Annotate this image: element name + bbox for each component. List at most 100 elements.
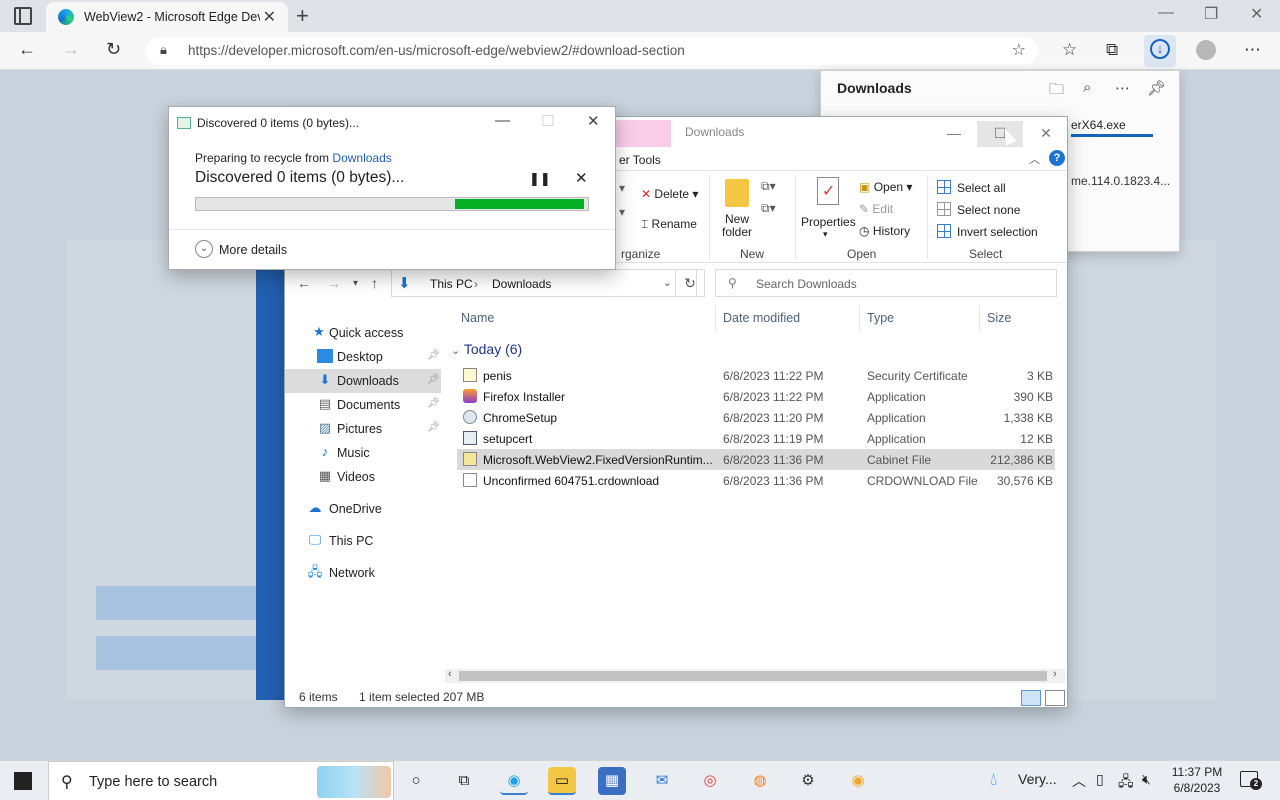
invert-selection-button[interactable]: Invert selection [937, 224, 1038, 239]
lock-icon[interactable]: 🔒︎ [160, 42, 167, 58]
properties-label[interactable]: Properties [801, 215, 856, 229]
select-all-button[interactable]: Select all [937, 180, 1006, 195]
column-name[interactable]: Name [461, 311, 494, 325]
edge-taskbar-icon[interactable]: ◉ [500, 767, 528, 795]
open-button[interactable]: ▣ Open ▾ [859, 180, 912, 194]
firefox-taskbar-icon[interactable]: ◍ [746, 767, 774, 795]
new-folder-button[interactable] [725, 179, 749, 210]
notifications-icon[interactable]: 2 [1240, 771, 1262, 790]
forward-icon[interactable]: → [62, 39, 80, 60]
nav-quick-access[interactable]: ★ Quick access [285, 321, 441, 345]
organize-dropdown-icon[interactable]: ▾ [619, 181, 625, 195]
address-bar[interactable]: 🔒︎ https://developer.microsoft.com/en-us… [146, 37, 1038, 65]
breadcrumb[interactable]: ⬇ This PC › Downloads ⌄ [391, 269, 697, 297]
breadcrumb-this-pc[interactable]: This PC [430, 277, 473, 291]
window-minimize-button[interactable]: — [1158, 4, 1174, 22]
weather-text[interactable]: Very... [1018, 771, 1057, 787]
nav-downloads[interactable]: ⬇ Downloads 📌︎ [285, 369, 441, 393]
chrome-icon[interactable]: ◎ [696, 767, 724, 795]
nav-desktop[interactable]: Desktop 📌︎ [285, 345, 441, 369]
add-favorite-icon[interactable]: ☆ [1012, 40, 1026, 60]
table-row[interactable]: setupcert 6/8/2023 11:19 PM Application … [457, 428, 1055, 449]
properties-dropdown-icon[interactable]: ▾ [823, 229, 828, 240]
nav-videos[interactable]: ▦ Videos [285, 465, 441, 489]
chevron-down-icon[interactable]: ⌄ [195, 240, 213, 258]
more-details-button[interactable]: More details [219, 243, 287, 257]
show-hidden-icons[interactable]: ︿ [1072, 771, 1086, 791]
nav-pictures[interactable]: ▨ Pictures 📌︎ [285, 417, 441, 441]
edge-canary-icon[interactable]: ◉ [844, 767, 872, 795]
more-icon[interactable]: ⋯ [1115, 79, 1130, 97]
column-size[interactable]: Size [987, 311, 1011, 325]
tab-application-tools[interactable]: er Tools [619, 153, 661, 167]
explorer-close-button[interactable]: ✕ [1023, 121, 1069, 147]
browser-tab[interactable]: WebView2 - Microsoft Edge Dev ✕ [46, 2, 288, 32]
volume-muted-icon[interactable]: 🔇︎ [1142, 771, 1151, 788]
taskbar-search-input[interactable]: Type here to search [89, 774, 217, 790]
help-icon[interactable]: ? [1049, 150, 1065, 166]
horizontal-scrollbar[interactable]: ‹ › [445, 668, 1065, 683]
delete-button[interactable]: ✕ Delete ▾ [641, 187, 698, 201]
rename-button[interactable]: ⌶ Rename [641, 217, 697, 232]
back-icon[interactable]: ← [18, 39, 36, 60]
new-item-icon[interactable]: ⧉▾ [761, 179, 776, 194]
device-icon[interactable]: ▯ [1096, 771, 1104, 788]
collapse-ribbon-icon[interactable]: ︿ [1029, 151, 1040, 167]
collections-icon[interactable]: ⧉ [1106, 40, 1118, 60]
table-row[interactable]: ChromeSetup 6/8/2023 11:20 PM Applicatio… [457, 407, 1055, 428]
nav-network[interactable]: 🖧 Network [285, 561, 441, 585]
new-folder-label[interactable]: New folder [719, 213, 755, 239]
file-explorer-taskbar-icon[interactable]: ▭ [548, 767, 576, 795]
details-view-icon[interactable] [1021, 690, 1041, 706]
taskbar-search[interactable]: ⚲ Type here to search [48, 761, 394, 800]
search-icon[interactable]: ⌕ [1083, 79, 1091, 96]
forward-icon[interactable]: → [327, 275, 341, 291]
breadcrumb-downloads[interactable]: Downloads [492, 277, 551, 291]
dialog-close-button[interactable]: ✕ [587, 112, 600, 130]
back-icon[interactable]: ← [297, 275, 311, 291]
nav-this-pc[interactable]: 🖵 This PC [285, 529, 441, 553]
nav-music[interactable]: ♪ Music [285, 441, 441, 465]
scroll-left-icon[interactable]: ‹ [448, 668, 452, 680]
new-tab-button[interactable]: + [296, 3, 309, 29]
history-button[interactable]: ◷ History [859, 224, 910, 238]
pause-button[interactable]: ❚❚ [529, 171, 551, 187]
scrollbar-thumb[interactable] [459, 671, 1047, 681]
table-row[interactable]: Microsoft.WebView2.FixedVersionRuntim...… [457, 449, 1055, 470]
mail-icon[interactable]: ✉ [648, 767, 676, 795]
easy-access-icon[interactable]: ⧉▾ [761, 201, 776, 216]
source-folder-link[interactable]: Downloads [332, 151, 391, 165]
dialog-maximize-button[interactable]: ☐ [541, 112, 554, 130]
network-status-icon[interactable]: 🖧 [1118, 771, 1134, 795]
breadcrumb-separator[interactable]: › [474, 277, 478, 291]
table-row[interactable]: penis 6/8/2023 11:22 PM Security Certifi… [457, 365, 1055, 386]
store-icon[interactable]: ▦ [598, 767, 626, 795]
tab-close-button[interactable]: ✕ [263, 7, 276, 27]
table-row[interactable]: Unconfirmed 604751.crdownload 6/8/2023 1… [457, 470, 1055, 491]
search-input[interactable]: Search Downloads [756, 277, 857, 291]
organize-dropdown-icon[interactable]: ▾ [619, 205, 625, 219]
pin-icon[interactable]: 📌︎ [1147, 79, 1166, 97]
recent-locations-icon[interactable]: ▾ [353, 278, 358, 289]
window-restore-button[interactable]: ❐ [1204, 4, 1218, 24]
download-item-name[interactable]: me.114.0.1823.4... [1071, 174, 1170, 188]
edit-button[interactable]: ✎ Edit [859, 202, 893, 216]
nav-documents[interactable]: ▤ Documents 📌︎ [285, 393, 441, 417]
task-view-icon[interactable]: ⧉ [450, 767, 478, 795]
window-close-button[interactable]: ✕ [1250, 4, 1263, 24]
scroll-right-icon[interactable]: › [1053, 668, 1057, 680]
cancel-button[interactable]: ✕ [575, 169, 588, 187]
downloads-button[interactable]: ↓ [1144, 35, 1176, 67]
favorites-icon[interactable]: ☆ [1062, 40, 1077, 60]
search-box[interactable]: ⚲ Search Downloads [715, 269, 1057, 297]
dialog-minimize-button[interactable]: — [495, 112, 510, 129]
nav-onedrive[interactable]: ☁ OneDrive [285, 497, 441, 521]
profile-avatar[interactable] [1196, 40, 1216, 60]
refresh-button[interactable]: ↻ [675, 269, 705, 297]
tab-actions-icon[interactable] [14, 7, 32, 25]
group-header-today[interactable]: ⌄ Today (6) [451, 341, 522, 357]
open-folder-icon[interactable]: 🗀 [1049, 79, 1064, 104]
download-item-name[interactable]: erX64.exe [1071, 118, 1126, 132]
table-row[interactable]: Firefox Installer 6/8/2023 11:22 PM Appl… [457, 386, 1055, 407]
properties-button[interactable] [817, 177, 839, 208]
